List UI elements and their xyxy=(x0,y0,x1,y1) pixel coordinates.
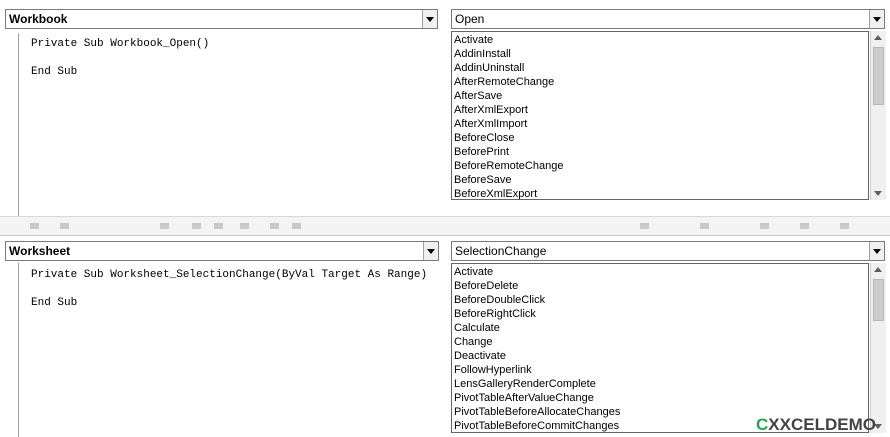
list-item[interactable]: PivotTableBeforeCommitChanges xyxy=(454,419,619,432)
list-item[interactable]: BeforeDoubleClick xyxy=(454,293,545,307)
list-item[interactable]: BeforeXmlExport xyxy=(454,187,537,199)
object-combo-value: Worksheet xyxy=(9,244,71,258)
toolbar-icon[interactable] xyxy=(700,223,709,229)
toolbar-icon[interactable] xyxy=(800,223,809,229)
watermark-logo: CXXCELDEMO xyxy=(756,415,876,435)
code-line: End Sub xyxy=(31,66,78,78)
chevron-down-icon[interactable] xyxy=(869,242,884,260)
code-editor[interactable]: Private Sub Workbook_Open() End Sub xyxy=(18,33,451,216)
list-item[interactable]: FollowHyperlink xyxy=(454,363,532,377)
chevron-down-icon[interactable] xyxy=(869,10,884,28)
list-item[interactable]: AddinInstall xyxy=(454,47,511,61)
toolbar-icon[interactable] xyxy=(60,223,69,229)
worksheet-code-window: Worksheet SelectionChange Private Sub Wo… xyxy=(0,236,890,437)
list-item[interactable]: PivotTableBeforeAllocateChanges xyxy=(454,405,620,419)
workbook-code-window: Workbook Open Private Sub Workbook_Open(… xyxy=(0,0,890,216)
code-line: End Sub xyxy=(31,297,78,309)
list-item[interactable]: PivotTableAfterValueChange xyxy=(454,391,594,405)
list-item[interactable]: Activate xyxy=(454,265,493,279)
list-item[interactable]: Change xyxy=(454,335,493,349)
watermark-c: C xyxy=(756,415,769,434)
list-item[interactable]: BeforeRightClick xyxy=(454,307,536,321)
watermark-text: XXCELDEMO xyxy=(768,415,876,434)
chevron-down-icon[interactable] xyxy=(423,242,438,260)
list-item[interactable]: AfterSave xyxy=(454,89,502,103)
code-line: Private Sub Workbook_Open() xyxy=(31,38,210,50)
code-editor[interactable]: Private Sub Worksheet_SelectionChange(By… xyxy=(18,263,451,437)
object-combo[interactable]: Worksheet xyxy=(5,241,439,261)
list-item[interactable]: BeforePrint xyxy=(454,145,509,159)
procedure-combo-value: SelectionChange xyxy=(455,244,547,258)
list-item[interactable]: AfterXmlImport xyxy=(454,117,527,131)
code-line: Private Sub Worksheet_SelectionChange(By… xyxy=(31,269,428,281)
object-combo-value: Workbook xyxy=(9,12,68,26)
arrow-up-icon[interactable] xyxy=(874,267,882,272)
toolbar-icon[interactable] xyxy=(840,223,849,229)
list-item[interactable]: Calculate xyxy=(454,321,500,335)
toolbar-icon[interactable] xyxy=(30,223,39,229)
toolbar-icon[interactable] xyxy=(292,223,301,229)
scrollbar-thumb[interactable] xyxy=(873,47,884,105)
procedure-combo[interactable]: SelectionChange xyxy=(451,241,885,261)
list-item[interactable]: AfterXmlExport xyxy=(454,103,528,117)
list-item[interactable]: BeforeRemoteChange xyxy=(454,159,563,173)
toolbar-icon[interactable] xyxy=(270,223,279,229)
procedure-combo-value: Open xyxy=(455,12,485,26)
arrow-down-icon[interactable] xyxy=(874,191,882,196)
object-combo[interactable]: Workbook xyxy=(5,9,438,29)
toolbar-icon[interactable] xyxy=(214,223,223,229)
dropdown-scrollbar[interactable] xyxy=(870,263,886,433)
toolbar-icon[interactable] xyxy=(760,223,769,229)
arrow-up-icon[interactable] xyxy=(874,35,882,40)
list-item[interactable]: Deactivate xyxy=(454,349,506,363)
toolbar-icon[interactable] xyxy=(640,223,649,229)
chevron-down-icon[interactable] xyxy=(422,10,437,28)
procedure-combo[interactable]: Open xyxy=(451,9,885,29)
list-item[interactable]: LensGalleryRenderComplete xyxy=(454,377,596,391)
toolbar-icon[interactable] xyxy=(192,223,201,229)
toolbar-strip xyxy=(0,216,890,236)
procedure-dropdown-list[interactable]: Activate AddinInstall AddinUninstall Aft… xyxy=(451,31,869,200)
procedure-dropdown-list[interactable]: Activate BeforeDelete BeforeDoubleClick … xyxy=(451,263,869,433)
list-item[interactable]: BeforeClose xyxy=(454,131,515,145)
list-item[interactable]: Activate xyxy=(454,33,493,47)
list-item[interactable]: AddinUninstall xyxy=(454,61,524,75)
toolbar-icon[interactable] xyxy=(160,223,169,229)
dropdown-scrollbar[interactable] xyxy=(870,31,886,200)
list-item[interactable]: AfterRemoteChange xyxy=(454,75,554,89)
toolbar-icon[interactable] xyxy=(240,223,249,229)
list-item[interactable]: BeforeSave xyxy=(454,173,511,187)
list-item[interactable]: BeforeDelete xyxy=(454,279,518,293)
scrollbar-thumb[interactable] xyxy=(873,279,884,321)
